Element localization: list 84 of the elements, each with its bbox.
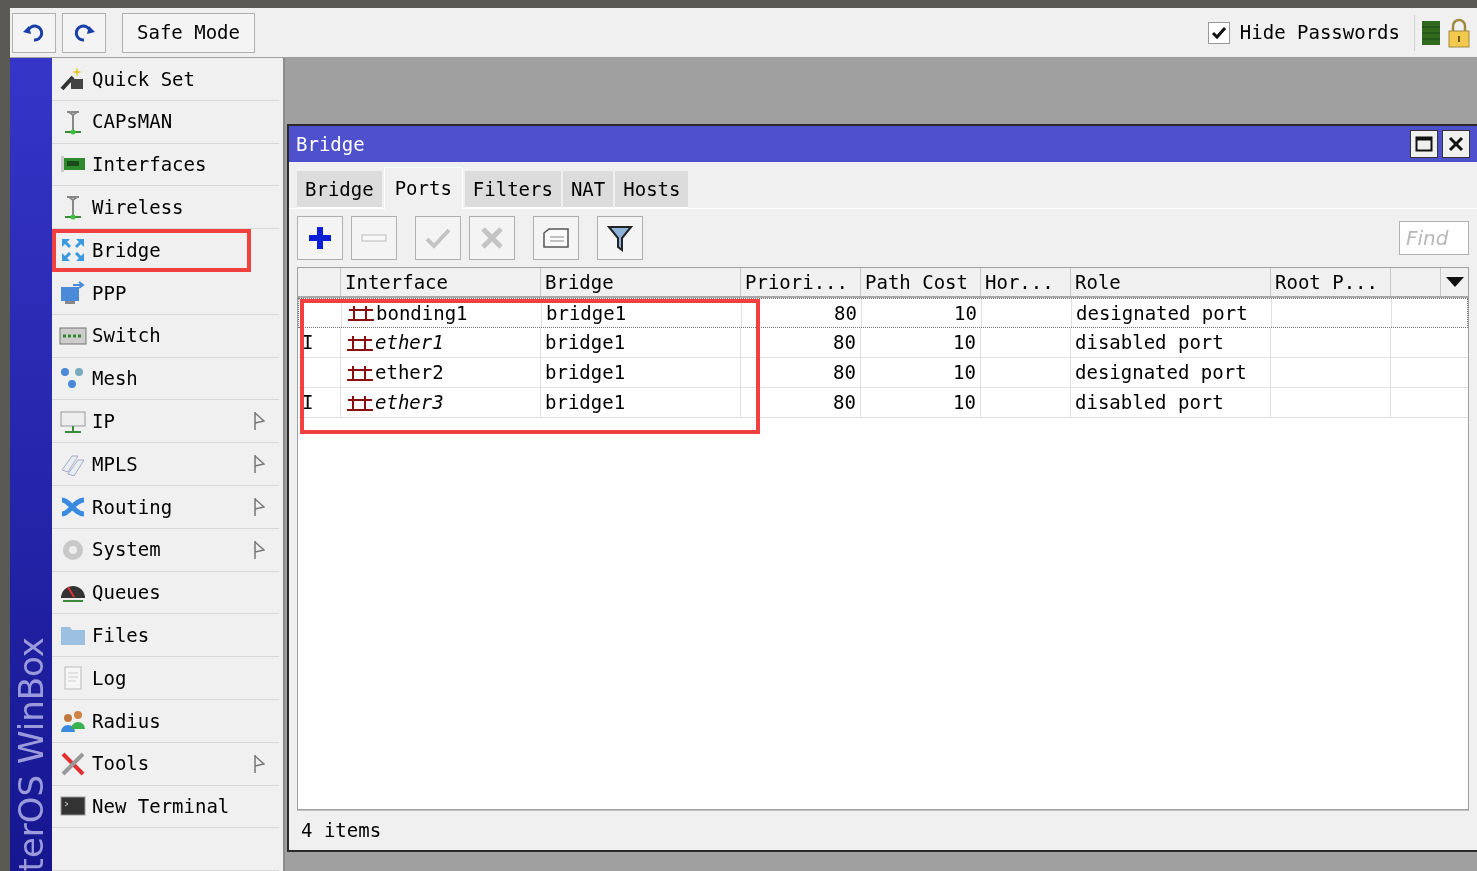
maximize-icon (1415, 136, 1433, 152)
column-header[interactable]: Role (1071, 268, 1271, 296)
table-row[interactable]: ether2 bridge1 80 10 designated port (298, 358, 1468, 388)
status-bar-icon (1421, 19, 1441, 46)
column-header[interactable]: Hor... (981, 268, 1071, 296)
note-icon (542, 227, 570, 249)
column-header[interactable]: Interface (341, 268, 541, 296)
redo-icon (72, 22, 96, 43)
table-row[interactable]: I ether3 bridge1 80 10 disabled port (298, 388, 1468, 418)
table-cell: 10 (861, 388, 981, 417)
sidebar-item[interactable]: PPP (52, 272, 279, 315)
table-cell: ether3 (341, 388, 541, 417)
find-field[interactable]: Find (1399, 221, 1469, 255)
sidebar-item[interactable]: Interfaces (52, 143, 279, 187)
table-cell: designated port (1072, 299, 1272, 327)
table-cell: 10 (862, 299, 982, 327)
sidebar-item[interactable]: Mesh (52, 357, 279, 401)
add-button[interactable] (297, 216, 343, 260)
tab[interactable]: NAT (562, 171, 614, 208)
table-cell: bonding1 (342, 299, 542, 327)
table-cell: ether1 (341, 328, 541, 357)
flag-cell: I (298, 328, 341, 357)
sidebar-item[interactable]: MPLS (52, 443, 279, 486)
table-cell: 80 (741, 388, 861, 417)
column-header[interactable]: Path Cost (861, 268, 981, 296)
filter-icon (607, 224, 633, 252)
column-header[interactable]: Priori... (741, 268, 861, 296)
comment-button[interactable] (533, 216, 579, 260)
sidebar-item[interactable]: CAPsMAN (52, 100, 279, 144)
sidebar-item[interactable]: New Terminal (52, 785, 279, 829)
table-cell: 80 (741, 328, 861, 357)
table-cell: bridge1 (541, 388, 741, 417)
column-header[interactable]: Root P... (1271, 268, 1391, 296)
tab[interactable]: Hosts (615, 171, 689, 208)
minus-icon (361, 233, 387, 243)
close-icon (1448, 136, 1464, 152)
sidebar-item[interactable]: Files (52, 614, 279, 658)
hide-passwords-checkbox[interactable] (1207, 21, 1230, 44)
item-count-text: 4 items (301, 818, 382, 844)
table-cell: disabled port (1071, 388, 1271, 417)
sidebar-item[interactable]: Bridge (52, 229, 251, 272)
plus-icon (307, 225, 333, 251)
table-row[interactable]: bonding1 bridge1 80 10 designated port (298, 298, 1468, 328)
filter-button[interactable] (597, 216, 643, 260)
table-cell: 80 (742, 299, 862, 327)
lock-icon (1447, 17, 1471, 48)
close-button[interactable] (1442, 130, 1470, 158)
flag-cell: I (298, 388, 341, 417)
cross-icon (480, 226, 504, 250)
port-icon (346, 303, 376, 323)
table-cell: disabled port (1071, 328, 1271, 357)
maximize-button[interactable] (1410, 130, 1438, 158)
sidebar-item[interactable]: Wireless (52, 186, 279, 230)
table-cell: 80 (741, 358, 861, 387)
sidebar-item[interactable]: Routing (52, 485, 279, 529)
sidebar-item[interactable]: Log (52, 657, 279, 700)
table-cell: bridge1 (541, 328, 741, 357)
window-title: Bridge (296, 131, 365, 157)
table-cell: 10 (861, 358, 981, 387)
safe-mode-button[interactable]: Safe Mode (122, 12, 255, 53)
sidebar-item[interactable]: Queues (52, 571, 279, 615)
tab[interactable]: Filters (464, 171, 561, 208)
sidebar-item[interactable]: Tools (52, 742, 279, 786)
check-icon (425, 227, 451, 249)
tab[interactable]: Bridge (297, 171, 382, 208)
brand-text: terOS WinBox (14, 636, 48, 871)
sidebar-item[interactable]: Quick Set (52, 58, 279, 101)
undo-icon (22, 22, 46, 43)
sidebar-item[interactable]: Radius (52, 699, 279, 743)
table-cell: designated port (1071, 358, 1271, 387)
table-cell: 10 (861, 328, 981, 357)
column-header[interactable]: Bridge (541, 268, 741, 296)
dropdown-arrow-icon[interactable] (1445, 277, 1464, 287)
table-row[interactable]: I ether1 bridge1 80 10 disabled port (298, 328, 1468, 358)
table-cell: bridge1 (541, 358, 741, 387)
table-cell: ether2 (341, 358, 541, 387)
table-cell: bridge1 (542, 299, 742, 327)
hide-passwords-label[interactable]: Hide Passwords (1239, 18, 1400, 47)
tab[interactable]: Ports (383, 167, 463, 209)
sidebar-item[interactable]: IP (52, 400, 279, 444)
undo-button[interactable] (12, 12, 56, 53)
sidebar-item[interactable]: System (52, 528, 279, 572)
redo-button[interactable] (62, 12, 106, 53)
sidebar-item[interactable]: Switch (52, 314, 279, 358)
